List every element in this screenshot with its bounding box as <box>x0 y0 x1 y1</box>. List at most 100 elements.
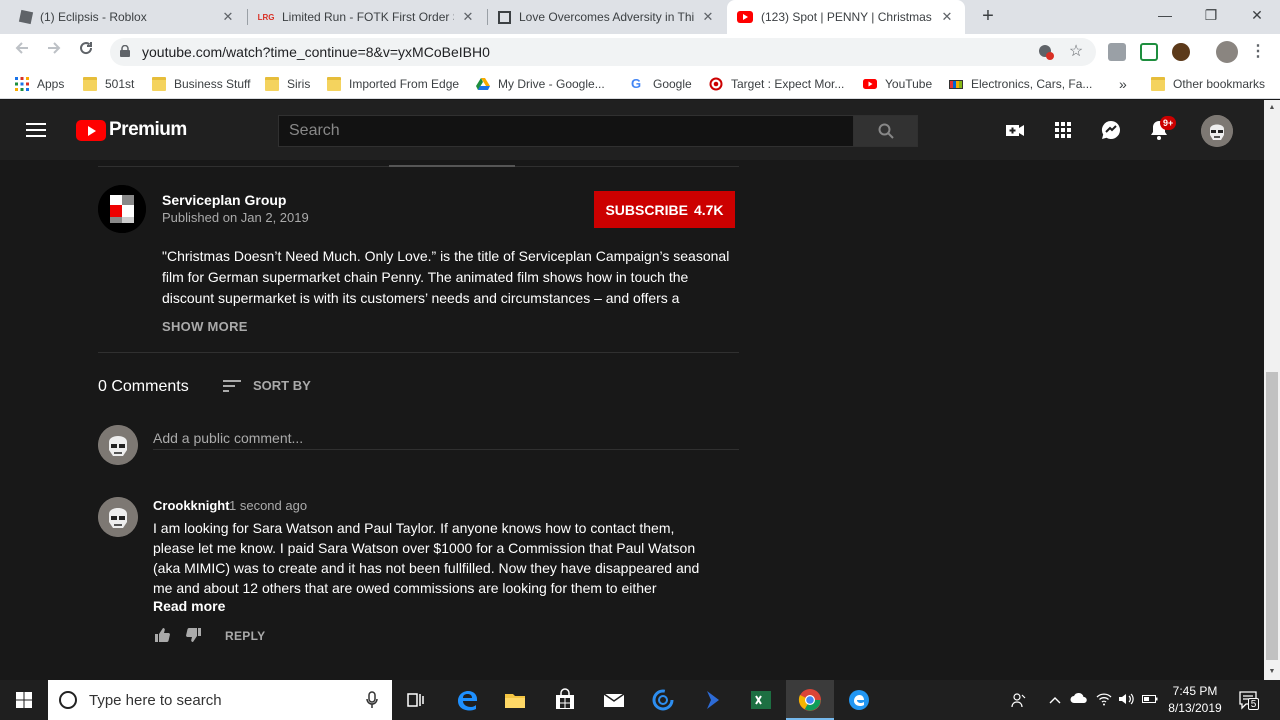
create-video-icon[interactable] <box>1003 118 1027 142</box>
divider <box>98 352 739 353</box>
onedrive-cloud-icon[interactable] <box>1070 692 1087 708</box>
edge-icon[interactable] <box>455 688 479 712</box>
channel-name[interactable]: Serviceplan Group <box>162 192 286 208</box>
sort-by-label: SORT BY <box>253 378 311 393</box>
add-comment-input[interactable] <box>153 426 739 450</box>
minimize-button[interactable]: — <box>1142 0 1188 30</box>
show-hidden-icons-chevron-icon[interactable] <box>1047 692 1063 708</box>
comments-count: 0 Comments <box>98 378 189 395</box>
forward-button[interactable] <box>42 40 66 64</box>
scrollbar-thumb[interactable] <box>1266 372 1278 660</box>
extension-pocket-icon[interactable] <box>1140 43 1158 61</box>
volume-icon[interactable] <box>1118 692 1134 708</box>
bookmark-label: Apps <box>37 77 65 91</box>
back-button[interactable] <box>10 40 34 64</box>
thumbs-up-icon <box>155 628 170 642</box>
extension-icon[interactable] <box>1108 43 1126 61</box>
bookmark-label: Imported From Edge <box>349 77 460 91</box>
action-center-icon[interactable]: 5 <box>1238 690 1259 710</box>
tab-close-icon[interactable]: ✕ <box>220 9 236 25</box>
target-icon <box>709 77 723 91</box>
file-explorer-icon[interactable] <box>503 688 527 712</box>
edge-alt-icon[interactable] <box>847 688 871 712</box>
bookmark-other-bookmarks[interactable]: Other bookmarks <box>1151 70 1265 98</box>
tab-youtube-penny[interactable]: (123) Spot | PENNY | Christmas d ✕ <box>727 0 965 34</box>
extension-hat-icon[interactable] <box>1172 43 1190 61</box>
ccleaner-icon[interactable] <box>651 688 675 712</box>
apps-grid-icon[interactable] <box>1051 118 1075 142</box>
youtube-logo-icon[interactable] <box>76 120 106 141</box>
tab-close-icon[interactable]: ✕ <box>460 9 476 25</box>
youtube-icon <box>863 79 877 89</box>
tab-roblox[interactable]: (1) Eclipsis - Roblox ✕ <box>10 0 246 34</box>
clock-time: 7:45 PM <box>1172 684 1218 698</box>
bookmark-my-drive[interactable]: My Drive - Google... <box>476 70 605 98</box>
stormtrooper-avatar-icon <box>98 425 138 465</box>
search-button[interactable] <box>853 115 918 147</box>
chrome-menu-icon[interactable]: ⋮ <box>1246 40 1270 64</box>
video-description: "Christmas Doesn’t Need Much. Only Love.… <box>162 248 730 306</box>
bookmark-ebay[interactable]: Electronics, Cars, Fa... <box>949 70 1092 98</box>
comment-author[interactable]: Crookknight <box>153 498 230 513</box>
show-more-button[interactable]: SHOW MORE <box>162 319 248 334</box>
bookmarks-overflow-button[interactable]: » <box>1119 70 1127 98</box>
hamburger-menu-icon[interactable] <box>26 123 46 137</box>
bookmark-business-stuff[interactable]: Business Stuff <box>152 70 251 98</box>
excel-icon[interactable] <box>749 688 773 712</box>
store-icon[interactable] <box>553 688 577 712</box>
scroll-down-arrow-icon[interactable]: ▼ <box>1264 664 1280 680</box>
profile-avatar[interactable] <box>1216 41 1238 63</box>
battery-icon[interactable] <box>1142 692 1158 708</box>
messages-icon[interactable] <box>1099 118 1123 142</box>
url-text[interactable]: youtube.com/watch?time_continue=8&v=yxMC… <box>142 38 490 66</box>
reload-button[interactable] <box>74 40 98 64</box>
translate-blocked-icon[interactable] <box>1038 44 1054 60</box>
bookmark-youtube[interactable]: YouTube <box>863 70 932 98</box>
task-view-icon[interactable] <box>404 688 428 712</box>
mail-icon[interactable] <box>602 688 626 712</box>
bookmark-siris[interactable]: Siris <box>265 70 310 98</box>
wifi-icon[interactable] <box>1096 692 1112 708</box>
address-bar[interactable]: youtube.com/watch?time_continue=8&v=yxMC… <box>110 38 1096 66</box>
dislike-button[interactable] <box>186 627 202 643</box>
bookmark-google[interactable]: G Google <box>631 70 692 98</box>
reply-button[interactable]: REPLY <box>225 629 265 643</box>
bookmark-target[interactable]: Target : Expect Mor... <box>709 70 844 98</box>
channel-avatar[interactable] <box>98 185 146 233</box>
page-scrollbar[interactable]: ▲ ▼ <box>1264 100 1280 680</box>
tab-close-icon[interactable]: ✕ <box>939 9 955 25</box>
read-more-button[interactable]: Read more <box>153 598 225 614</box>
restore-button[interactable]: ❐ <box>1188 0 1234 30</box>
sort-by-button[interactable]: SORT BY <box>222 378 311 393</box>
windows-search-box[interactable]: Type here to search <box>48 680 392 720</box>
like-button[interactable] <box>154 627 170 643</box>
comment-timestamp[interactable]: 1 second ago <box>229 498 307 513</box>
video-details-area: Serviceplan Group Published on Jan 2, 20… <box>0 160 1264 680</box>
start-button[interactable] <box>0 680 48 720</box>
subscribe-button[interactable]: SUBSCRIBE 4.7K <box>594 191 735 228</box>
tab-limited-run[interactable]: LRG Limited Run - FOTK First Order St ✕ <box>248 0 486 34</box>
new-tab-button[interactable]: + <box>976 5 1000 29</box>
comment-author-avatar[interactable] <box>98 497 138 537</box>
microphone-icon[interactable] <box>366 691 378 709</box>
close-window-button[interactable]: ✕ <box>1234 0 1280 30</box>
youtube-premium-brand[interactable]: Premium <box>109 119 187 141</box>
bookmark-star-icon[interactable]: ☆ <box>1068 44 1084 60</box>
roblox-icon <box>18 9 34 25</box>
bookmark-apps[interactable]: Apps <box>15 70 64 98</box>
tab-love-overcomes[interactable]: Love Overcomes Adversity in This ✕ <box>488 0 726 34</box>
app-arrow-icon[interactable] <box>701 688 725 712</box>
tab-close-icon[interactable]: ✕ <box>700 9 716 25</box>
stormtrooper-avatar-icon <box>98 497 138 537</box>
action-center-count: 5 <box>1248 698 1259 710</box>
bookmark-imported-from-edge[interactable]: Imported From Edge <box>327 70 459 98</box>
scroll-up-arrow-icon[interactable]: ▲ <box>1264 100 1280 116</box>
system-clock[interactable]: 7:45 PM 8/13/2019 <box>1160 683 1230 717</box>
current-user-avatar <box>98 425 138 465</box>
reload-icon <box>80 42 93 55</box>
taskbar-chrome-active[interactable] <box>786 680 834 720</box>
search-input[interactable] <box>278 115 854 147</box>
account-avatar[interactable] <box>1201 115 1233 147</box>
bookmark-501st[interactable]: 501st <box>83 70 134 98</box>
people-icon[interactable] <box>1011 692 1027 708</box>
